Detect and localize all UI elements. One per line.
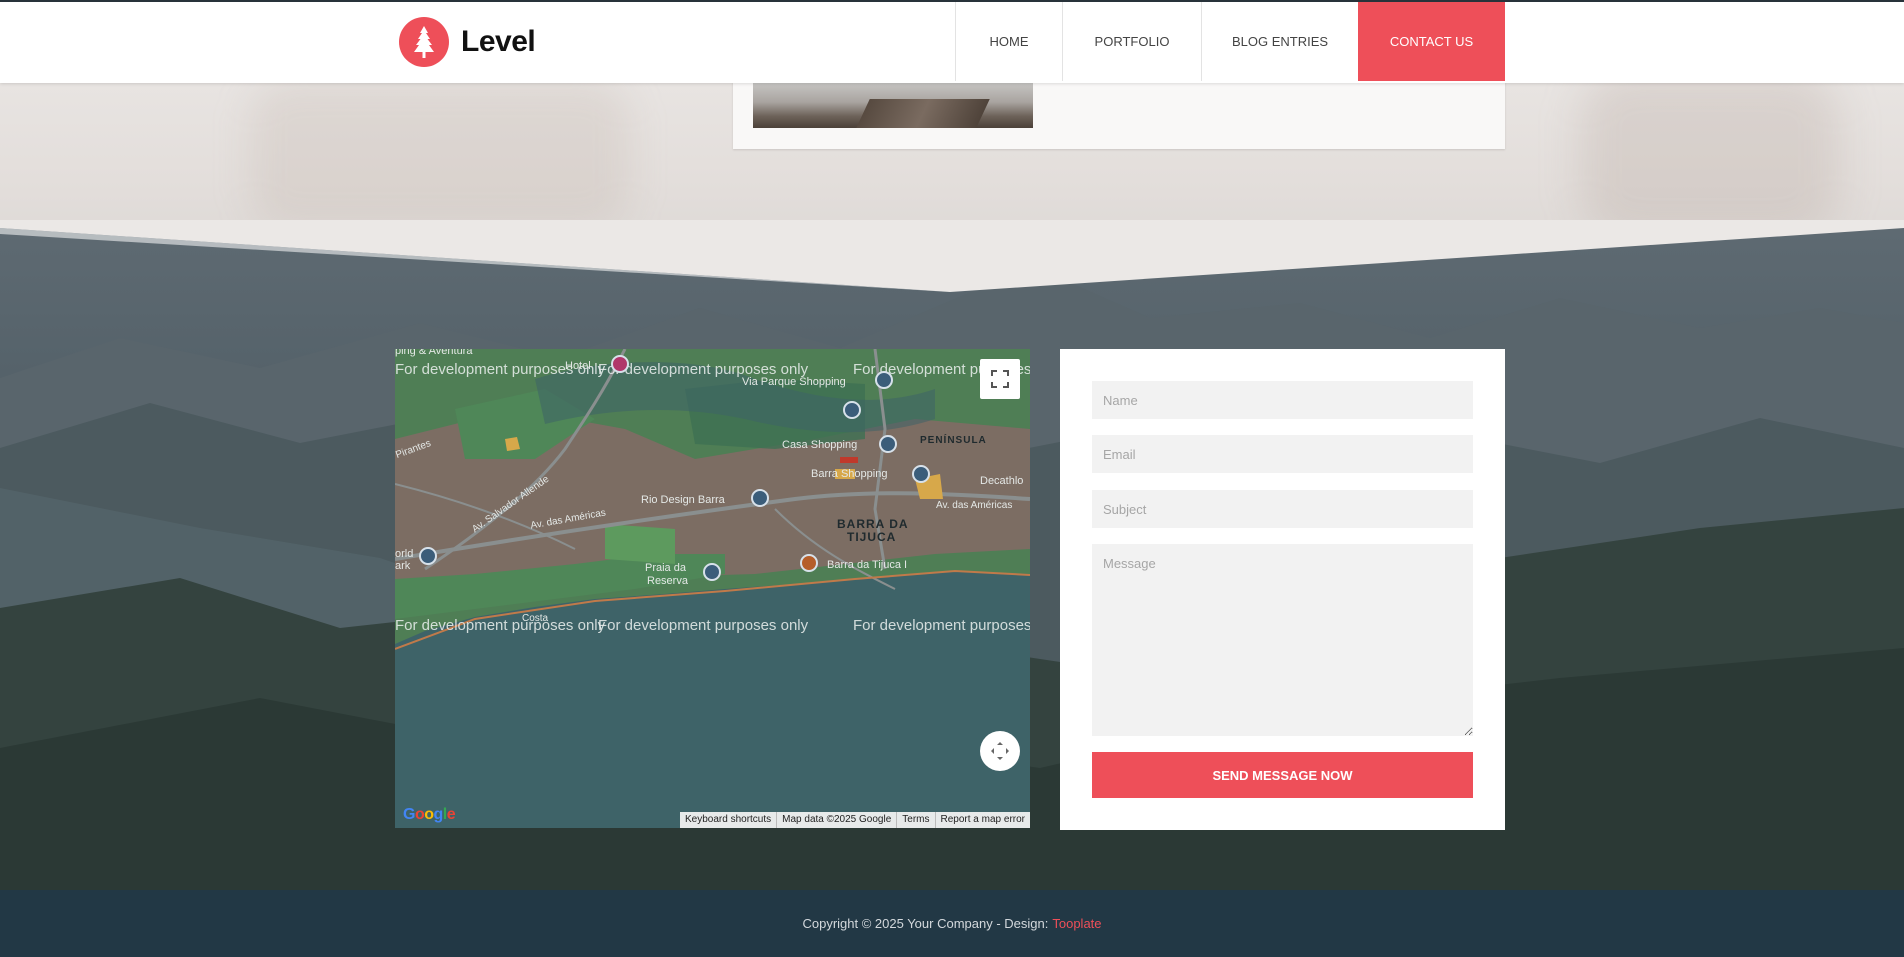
message-textarea[interactable] <box>1092 544 1473 736</box>
pier-image <box>856 99 990 128</box>
fullscreen-icon <box>991 370 1009 388</box>
main-nav: HOME PORTFOLIO BLOG ENTRIES CONTACT US <box>955 2 1505 81</box>
map-label: ping & Aventura <box>395 349 473 357</box>
shopping-pin-icon[interactable] <box>879 435 897 453</box>
nav-home[interactable]: HOME <box>955 2 1062 81</box>
map-label: ark <box>395 560 411 572</box>
map-label: Praia da <box>645 562 686 574</box>
map-watermark: For development purposes only <box>598 617 809 634</box>
section-divider <box>0 220 1904 292</box>
map-label: PENÍNSULA <box>920 435 987 446</box>
map-terrain <box>395 349 1030 650</box>
terms-link[interactable]: Terms <box>896 812 934 828</box>
map-label: BARRA DA <box>837 517 909 531</box>
subject-input[interactable] <box>1092 490 1473 528</box>
site-footer: Copyright © 2025 Your Company - Design: … <box>0 890 1904 957</box>
fullscreen-button[interactable] <box>980 359 1020 399</box>
map-label: Hotel <box>565 360 591 372</box>
shopping-pin-icon[interactable] <box>751 489 769 507</box>
brand-name: Level <box>461 25 536 58</box>
email-input[interactable] <box>1092 435 1473 473</box>
camera-control-button[interactable] <box>980 731 1020 771</box>
map-label: Decathlo <box>980 475 1024 487</box>
blog-entry-card <box>733 81 1505 149</box>
report-map-error-link[interactable]: Report a map error <box>934 812 1030 828</box>
map-label: Rio Design Barra <box>641 494 725 506</box>
send-message-button[interactable]: SEND MESSAGE NOW <box>1092 752 1473 798</box>
map-label: Barra da Tijuca I <box>827 559 908 571</box>
airport-pin-icon[interactable] <box>843 401 861 419</box>
map-label: Av. das Américas <box>936 500 1013 511</box>
map-label: TIJUCA <box>847 530 897 544</box>
nav-contact-us[interactable]: CONTACT US <box>1358 2 1505 81</box>
map-label: Costa <box>522 613 549 624</box>
nav-blog-entries[interactable]: BLOG ENTRIES <box>1201 2 1358 81</box>
map-attribution: Keyboard shortcuts Map data ©2025 Google… <box>679 812 1030 828</box>
map-watermark: For development purposes only <box>853 617 1030 634</box>
map-label: Casa Shopping <box>782 439 858 451</box>
map-label: orld <box>395 548 414 560</box>
google-map[interactable]: For development purposes only For develo… <box>395 349 1030 828</box>
name-input[interactable] <box>1092 381 1473 419</box>
shopping-pin-icon[interactable] <box>419 547 437 565</box>
map-label: Via Parque Shopping <box>742 376 846 388</box>
shopping-pin-icon[interactable] <box>875 371 893 389</box>
brand-logo[interactable]: Level <box>399 16 536 68</box>
nav-portfolio[interactable]: PORTFOLIO <box>1062 2 1201 81</box>
map-watermark: For development purposes only <box>395 617 606 634</box>
shopping-pin-icon[interactable] <box>912 465 930 483</box>
site-header: Level HOME PORTFOLIO BLOG ENTRIES CONTAC… <box>0 0 1904 83</box>
background-blur <box>250 80 630 230</box>
restaurant-pin-icon[interactable] <box>800 554 818 572</box>
hotel-pin-icon[interactable] <box>611 355 629 373</box>
contact-form: SEND MESSAGE NOW <box>1060 349 1505 830</box>
beach-pin-icon[interactable] <box>703 563 721 581</box>
tooplate-link[interactable]: Tooplate <box>1052 916 1101 931</box>
blog-entry-image[interactable] <box>753 81 1033 128</box>
map-label: Barra Shopping <box>811 468 888 480</box>
map-data-text: Map data ©2025 Google <box>776 812 896 828</box>
google-logo[interactable]: Google <box>403 806 456 824</box>
tree-icon <box>399 17 449 67</box>
map-label: Reserva <box>647 575 688 587</box>
background-blur <box>1580 70 1840 240</box>
copyright-text: Copyright © 2025 Your Company - Design: <box>802 916 1049 931</box>
move-icon <box>991 742 1009 760</box>
keyboard-shortcuts-link[interactable]: Keyboard shortcuts <box>680 812 776 828</box>
